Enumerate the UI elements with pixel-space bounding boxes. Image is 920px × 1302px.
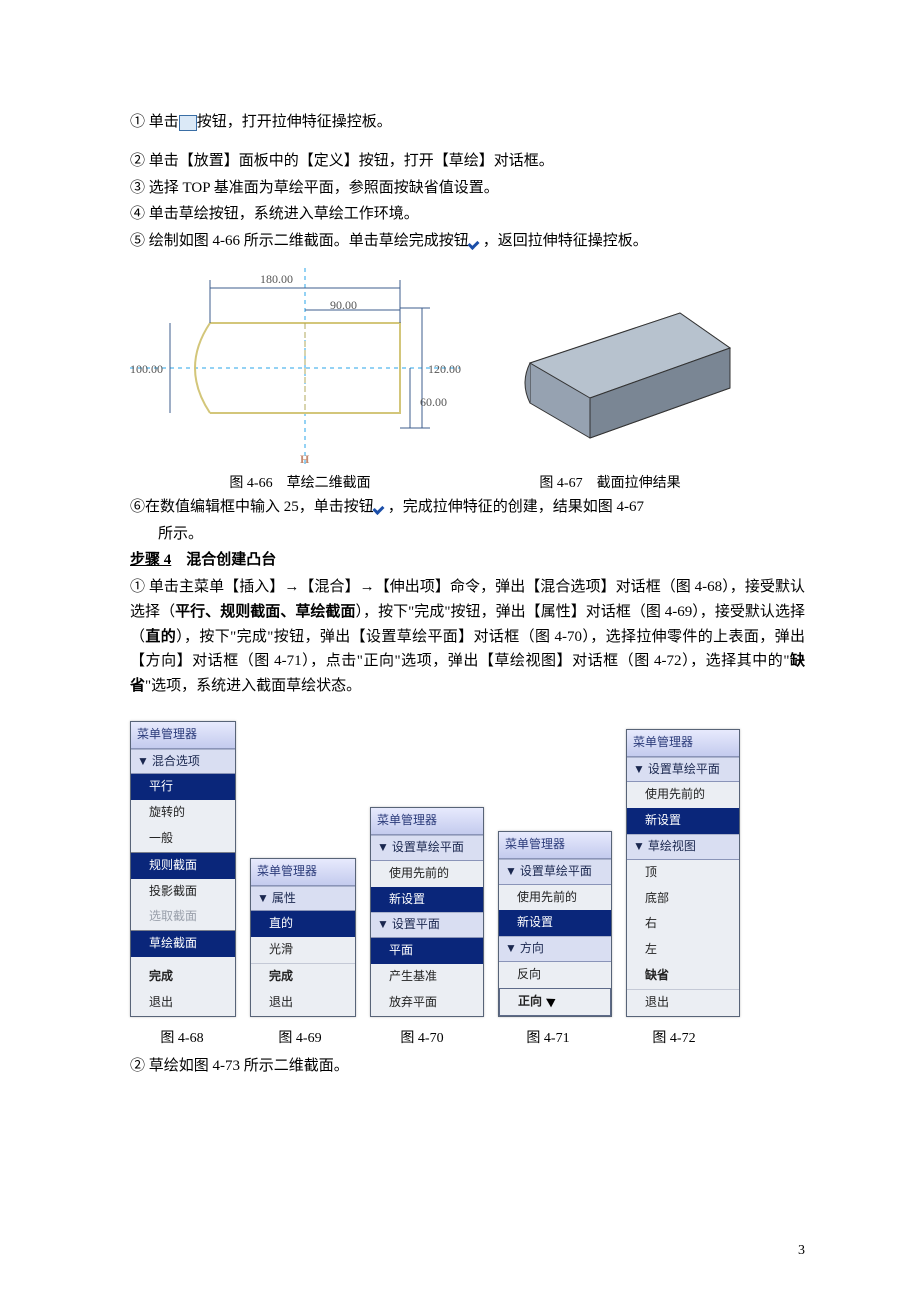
text: ，返回拉伸特征操控板。	[483, 233, 648, 249]
menu-4-70: 菜单管理器 ▼ 设置草绘平面 使用先前的 新设置 ▼ 设置平面 平面 产生基准 …	[370, 807, 484, 1016]
instr-2: ② 单击【放置】面板中的【定义】按钮，打开【草绘】对话框。	[130, 149, 805, 174]
checkmark-icon	[469, 236, 483, 248]
menu-item-use-prev[interactable]: 使用先前的	[499, 885, 611, 911]
menu-section: ▼ 属性	[251, 886, 355, 912]
dim-180: 180.00	[260, 270, 293, 290]
step-4-heading: 步骤 4 混合创建凸台	[130, 548, 805, 573]
fig-captions-1: 图 4-66 草绘二维截面 图 4-67 截面拉伸结果	[130, 472, 805, 495]
menu-item-rotational[interactable]: 旋转的	[131, 800, 235, 826]
instr-1: ① 单击 按钮，打开拉伸特征操控板。	[130, 110, 805, 135]
menu-item-right[interactable]: 右	[627, 911, 739, 937]
caption-4-67: 图 4-67 截面拉伸结果	[470, 472, 750, 495]
instr-6: ⑥在数值编辑框中输入 25，单击按钮 ，完成拉伸特征的创建，结果如图 4-67	[130, 495, 805, 520]
menu-title: 菜单管理器	[251, 859, 355, 886]
menu-section: ▼ 设置草绘平面	[627, 757, 739, 783]
menu-title: 菜单管理器	[627, 730, 739, 757]
caption-4-66: 图 4-66 草绘二维截面	[130, 472, 470, 495]
menu-section: ▼ 设置草绘平面	[371, 835, 483, 861]
menu-section: ▼ 设置草绘平面	[499, 859, 611, 885]
step4-para-1: ① 单击主菜单【插入】→【混合】→【伸出项】命令，弹出【混合选项】对话框（图 4…	[130, 575, 805, 699]
menu-item-use-prev[interactable]: 使用先前的	[627, 782, 739, 808]
axis-h: H	[300, 450, 309, 470]
menu-section-2: ▼ 草绘视图	[627, 834, 739, 860]
cursor-icon	[548, 996, 560, 1008]
menu-section-2: ▼ 方向	[499, 936, 611, 962]
menu-item-top[interactable]: 顶	[627, 860, 739, 886]
spacer	[130, 137, 805, 149]
caption-4-69: 图 4-69	[248, 1027, 352, 1050]
text: ，完成拉伸特征的创建，结果如图 4-67	[388, 499, 644, 515]
menu-item-quit-plane[interactable]: 放弃平面	[371, 990, 483, 1016]
menu-item-new-setup[interactable]: 新设置	[499, 910, 611, 936]
menu-item-projected[interactable]: 投影截面	[131, 879, 235, 905]
solid-svg	[490, 288, 750, 468]
menu-item-make-datum[interactable]: 产生基准	[371, 964, 483, 990]
menu-item-use-prev[interactable]: 使用先前的	[371, 861, 483, 887]
menu-4-72: 菜单管理器 ▼ 设置草绘平面 使用先前的 新设置 ▼ 草绘视图 顶 底部 右 左…	[626, 729, 740, 1017]
emph-2: 直的	[145, 629, 176, 645]
menu-item-exit[interactable]: 退出	[131, 990, 235, 1016]
menu-item-default[interactable]: 缺省	[627, 963, 739, 989]
text: ⑥在数值编辑框中输入 25，单击按钮	[130, 499, 374, 515]
menu-item-new-setup[interactable]: 新设置	[627, 808, 739, 834]
text: ），按下"完成"按钮，弹出【设置草绘平面】对话框（图 4-70），选择拉伸零件的…	[130, 629, 805, 670]
menu-item-okay[interactable]: 正向	[499, 988, 611, 1016]
figure-4-67-solid	[490, 288, 750, 468]
menu-title: 菜单管理器	[499, 832, 611, 859]
menu-item-select: 选取截面	[131, 904, 235, 931]
menu-item-done[interactable]: 完成	[251, 963, 355, 990]
menus-row: 菜单管理器 ▼ 混合选项 平行 旋转的 一般 规则截面 投影截面 选取截面 草绘…	[130, 721, 805, 1017]
menu-item-regular[interactable]: 规则截面	[131, 853, 235, 879]
emph-1: 平行、规则截面、草绘截面	[175, 604, 355, 620]
step4-para-2: ② 草绘如图 4-73 所示二维截面。	[130, 1054, 805, 1079]
menu-item-bottom[interactable]: 底部	[627, 886, 739, 912]
menu-item-straight[interactable]: 直的	[251, 911, 355, 937]
menu-item-exit[interactable]: 退出	[627, 989, 739, 1016]
menu-item-exit[interactable]: 退出	[251, 990, 355, 1016]
text: "选项，系统进入截面草绘状态。	[145, 678, 361, 694]
dim-60: 60.00	[420, 393, 447, 413]
instr-4: ④ 单击草绘按钮，系统进入草绘工作环境。	[130, 202, 805, 227]
menu-item-flip[interactable]: 反向	[499, 962, 611, 988]
step-4-label: 步骤 4	[130, 552, 171, 568]
page-number: 3	[798, 1239, 805, 1262]
menu-4-69: 菜单管理器 ▼ 属性 直的 光滑 完成 退出	[250, 858, 356, 1017]
step-4-title: 混合创建凸台	[171, 552, 276, 568]
caption-4-72: 图 4-72	[618, 1027, 730, 1050]
text: ⑤ 绘制如图 4-66 所示二维截面。单击草绘完成按钮	[130, 233, 469, 249]
figure-4-66-sketch: 180.00 90.00 100.00 120.00 60.00 H	[130, 268, 460, 468]
menu-title: 菜单管理器	[131, 722, 235, 749]
caption-4-70: 图 4-70	[366, 1027, 478, 1050]
menu-captions: 图 4-68 图 4-69 图 4-70 图 4-71 图 4-72	[130, 1027, 805, 1050]
caption-4-71: 图 4-71	[492, 1027, 604, 1050]
caption-4-68: 图 4-68	[130, 1027, 234, 1050]
menu-item-general[interactable]: 一般	[131, 826, 235, 853]
menu-item-smooth[interactable]: 光滑	[251, 937, 355, 963]
sketch-svg	[130, 268, 460, 468]
menu-title: 菜单管理器	[371, 808, 483, 835]
menu-4-68: 菜单管理器 ▼ 混合选项 平行 旋转的 一般 规则截面 投影截面 选取截面 草绘…	[130, 721, 236, 1017]
instr-5: ⑤ 绘制如图 4-66 所示二维截面。单击草绘完成按钮 ，返回拉伸特征操控板。	[130, 229, 805, 254]
menu-item-plane[interactable]: 平面	[371, 938, 483, 964]
menu-item-done[interactable]: 完成	[131, 957, 235, 990]
text: 按钮，打开拉伸特征操控板。	[197, 114, 392, 130]
instr-3: ③ 选择 TOP 基准面为草绘平面，参照面按缺省值设置。	[130, 176, 805, 201]
checkmark-icon	[374, 501, 388, 513]
menu-item-sketch[interactable]: 草绘截面	[131, 931, 235, 957]
dim-100: 100.00	[130, 360, 163, 380]
menu-4-71: 菜单管理器 ▼ 设置草绘平面 使用先前的 新设置 ▼ 方向 反向 正向	[498, 831, 612, 1017]
extrude-icon	[179, 115, 197, 131]
dim-120: 120.00	[428, 360, 461, 380]
text: ① 单击	[130, 114, 179, 130]
menu-item-parallel[interactable]: 平行	[131, 774, 235, 800]
menu-section-2: ▼ 设置平面	[371, 912, 483, 938]
menu-section: ▼ 混合选项	[131, 749, 235, 775]
instr-6-cont: 所示。	[130, 522, 805, 547]
menu-item-left[interactable]: 左	[627, 937, 739, 963]
dim-90: 90.00	[330, 296, 357, 316]
menu-item-new-setup[interactable]: 新设置	[371, 887, 483, 913]
figures-row-1: 180.00 90.00 100.00 120.00 60.00 H	[130, 268, 805, 468]
